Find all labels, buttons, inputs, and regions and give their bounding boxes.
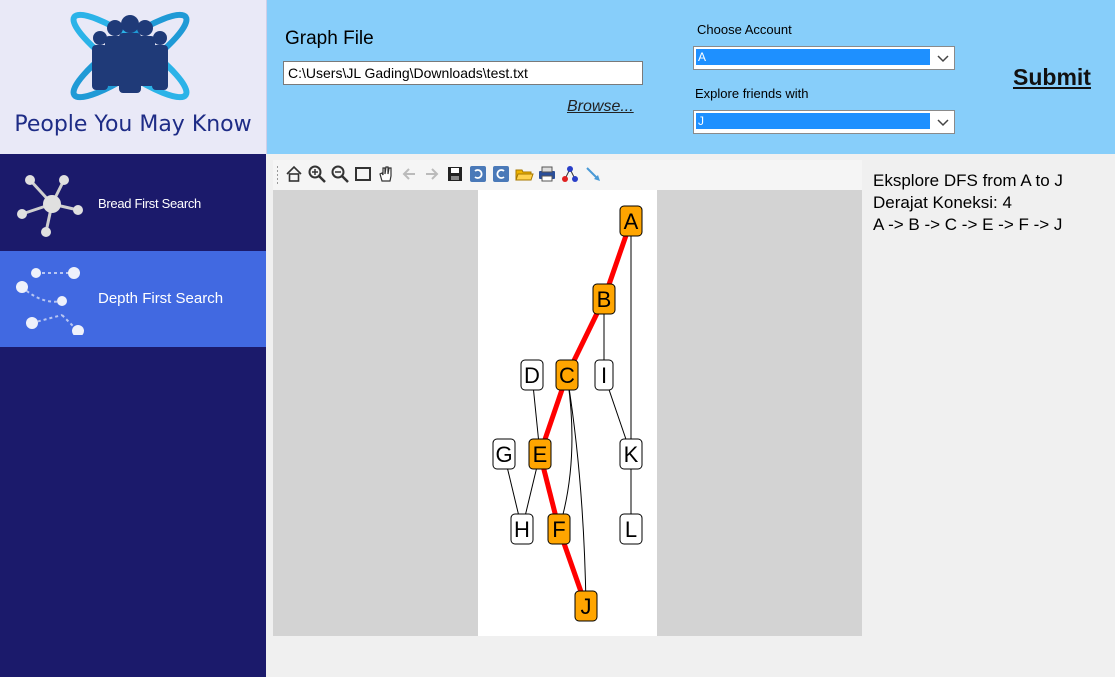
chevron-down-icon: [937, 55, 949, 63]
open-folder-icon[interactable]: [514, 164, 534, 184]
choose-account-select[interactable]: A: [693, 46, 955, 70]
save-icon[interactable]: [445, 164, 465, 184]
network-hub-icon: [17, 175, 83, 237]
layout-graph-icon[interactable]: [560, 164, 580, 184]
edge-arrow-icon[interactable]: [583, 164, 603, 184]
graph-file-input[interactable]: C:\Users\JL Gading\Downloads\test.txt: [283, 61, 643, 85]
browse-link[interactable]: Browse...: [567, 98, 634, 116]
graph-drawing: A B CD E F G H I J K L: [492, 205, 643, 622]
graph-file-label: Graph File: [285, 28, 374, 49]
graph-node-label: C: [559, 363, 575, 388]
logo-panel: People You May Know: [0, 0, 267, 154]
pan-hand-icon[interactable]: [376, 164, 396, 184]
header: Graph File C:\Users\JL Gading\Downloads\…: [267, 0, 1115, 154]
graph-node-e[interactable]: E: [528, 438, 552, 470]
graph-node-a[interactable]: A: [619, 205, 643, 237]
print-icon[interactable]: [537, 164, 557, 184]
graph-node-label: K: [624, 442, 639, 467]
result-title: Eksplore DFS from A to J: [873, 171, 1063, 190]
graph-node-label: G: [495, 442, 512, 467]
back-arrow-icon[interactable]: [399, 164, 419, 184]
graph-node-label: I: [601, 363, 607, 388]
connection-degree: Derajat Koneksi: 4: [873, 193, 1012, 212]
sidebar-item-label: Bread First Search: [98, 196, 201, 211]
graph-node-k[interactable]: K: [619, 438, 643, 470]
chevron-down-icon: [937, 119, 949, 127]
graph-edge-c-j: [566, 374, 587, 607]
sidebar-item-bfs[interactable]: Bread First Search: [0, 154, 266, 250]
graph-node-label: L: [625, 517, 637, 542]
redo-icon[interactable]: [491, 164, 511, 184]
submit-button[interactable]: Submit: [1013, 64, 1091, 91]
graph-node-label: E: [533, 442, 548, 467]
rectangle-select-icon[interactable]: [353, 164, 373, 184]
graph-node-f[interactable]: F: [547, 513, 571, 545]
graph-node-d[interactable]: D: [520, 359, 544, 391]
graph-node-h[interactable]: H: [510, 513, 534, 545]
graph-node-label: J: [581, 594, 592, 619]
graph-node-c[interactable]: C: [555, 359, 579, 391]
app-title: People You May Know: [14, 112, 252, 137]
zoom-out-icon[interactable]: [330, 164, 350, 184]
graph-canvas[interactable]: A B CD E F G H I J K L: [478, 190, 657, 636]
result-path: A -> B -> C -> E -> F -> J: [873, 215, 1063, 234]
undo-icon[interactable]: [468, 164, 488, 184]
home-icon[interactable]: [284, 164, 304, 184]
graph-node-g[interactable]: G: [492, 438, 516, 470]
explore-friends-label: Explore friends with: [695, 86, 809, 101]
forward-arrow-icon[interactable]: [422, 164, 442, 184]
choose-account-label: Choose Account: [697, 22, 792, 37]
graph-node-label: A: [624, 209, 639, 234]
choose-account-value: A: [696, 49, 930, 65]
sidebar: Bread First Search Depth First Search: [0, 154, 266, 677]
explore-friends-select[interactable]: J: [693, 110, 955, 134]
graph-node-label: F: [552, 517, 565, 542]
graph-node-b[interactable]: B: [592, 283, 616, 315]
business-people-orbit-logo: [70, 11, 190, 101]
graph-node-label: B: [597, 287, 612, 312]
graph-viewer: A B CD E F G H I J K L: [273, 160, 862, 636]
explore-friends-value: J: [696, 113, 930, 129]
graph-node-l[interactable]: L: [619, 513, 643, 545]
graph-node-j[interactable]: J: [574, 590, 598, 622]
sidebar-item-label: Depth First Search: [98, 290, 224, 307]
graph-node-i[interactable]: I: [594, 359, 614, 391]
network-path-icon: [16, 267, 84, 335]
graph-node-label: H: [514, 517, 530, 542]
zoom-in-icon[interactable]: [307, 164, 327, 184]
result-panel: Eksplore DFS from A to J Derajat Koneksi…: [873, 170, 1113, 236]
sidebar-item-dfs[interactable]: Depth First Search: [0, 251, 266, 347]
toolbar-grip-icon: [277, 166, 278, 184]
graph-toolbar: [273, 160, 862, 190]
graph-node-label: D: [524, 363, 540, 388]
